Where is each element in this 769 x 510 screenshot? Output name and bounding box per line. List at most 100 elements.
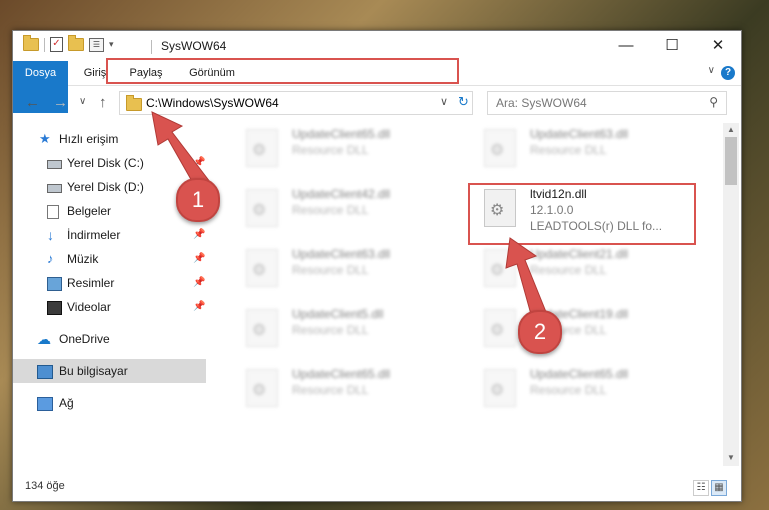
up-button[interactable]: ↑: [99, 94, 107, 111]
pictures-icon: [47, 277, 62, 291]
sidebar-item-downloads[interactable]: ↓ İndirmeler 📌: [13, 223, 206, 247]
sidebar-item-label: Belgeler: [67, 204, 112, 218]
network-icon: [37, 397, 53, 411]
file-list: UpdateClient65.dll Resource DLL UpdateCl…: [218, 121, 723, 466]
file-name: UpdateClient63.dll: [292, 247, 391, 261]
status-bar: 134 öğe ☷ ▦: [13, 476, 741, 500]
sidebar-item-label: Hızlı erişim: [59, 132, 119, 146]
address-path[interactable]: C:\Windows\SysWOW64: [146, 96, 279, 110]
file-highlight-box: [468, 183, 696, 245]
sidebar-item-label: Bu bilgisayar: [59, 364, 128, 378]
sidebar-item-music[interactable]: ♪ Müzik 📌: [13, 247, 206, 271]
file-item[interactable]: UpdateClient5.dll Resource DLL: [232, 301, 442, 353]
recent-locations-button[interactable]: ∨: [79, 96, 86, 107]
search-box[interactable]: Ara: SysWOW64 ⚲: [487, 91, 727, 115]
drive-icon: [47, 160, 62, 169]
file-type: Resource DLL: [292, 263, 369, 277]
close-button[interactable]: ✕: [695, 31, 741, 61]
file-item[interactable]: UpdateClient21.dll Resource DLL: [470, 241, 680, 293]
file-item[interactable]: UpdateClient42.dll Resource DLL: [232, 181, 442, 233]
music-icon: ♪: [47, 251, 54, 266]
pin-icon[interactable]: 📌: [193, 247, 205, 271]
file-type: Resource DLL: [292, 383, 369, 397]
computer-icon: [37, 365, 53, 379]
minimize-button[interactable]: —: [603, 31, 649, 61]
file-type: Resource DLL: [292, 323, 369, 337]
scroll-thumb[interactable]: [725, 137, 737, 185]
file-name: UpdateClient65.dll: [530, 367, 629, 381]
sidebar-item-label: Resimler: [67, 276, 115, 290]
pin-icon[interactable]: 📌: [193, 295, 205, 319]
ribbon-expand-icon[interactable]: ∨: [708, 65, 715, 76]
address-bar[interactable]: C:\Windows\SysWOW64 ∨ ↻: [119, 91, 473, 115]
file-item[interactable]: UpdateClient63.dll Resource DLL: [232, 241, 442, 293]
details-view-icon[interactable]: ☷: [693, 480, 709, 496]
pin-icon[interactable]: 📌: [193, 223, 205, 247]
dll-file-icon: [246, 369, 278, 407]
sidebar-item-quick-access[interactable]: ★ Hızlı erişim: [13, 127, 206, 151]
pin-icon[interactable]: 📌: [193, 151, 205, 175]
maximize-button[interactable]: ☐: [649, 31, 695, 61]
large-icons-view-icon[interactable]: ▦: [711, 480, 727, 496]
dll-file-icon: [246, 309, 278, 347]
sidebar-item-pictures[interactable]: Resimler 📌: [13, 271, 206, 295]
sidebar-item-onedrive[interactable]: ☁ OneDrive: [13, 327, 206, 351]
sidebar-item-network[interactable]: Ağ: [13, 391, 206, 415]
pin-icon[interactable]: 📌: [193, 271, 205, 295]
help-icon[interactable]: ?: [721, 66, 735, 80]
drive-icon: [47, 184, 62, 193]
dll-file-icon: [484, 369, 516, 407]
scroll-down-icon[interactable]: ▼: [727, 453, 735, 462]
step-1-badge: 1: [176, 178, 220, 222]
search-placeholder: Ara: SysWOW64: [496, 96, 587, 110]
forward-button[interactable]: →: [53, 94, 68, 111]
folder-icon[interactable]: [23, 35, 39, 51]
vertical-scrollbar[interactable]: ▲ ▼: [723, 123, 739, 466]
cloud-icon: ☁: [37, 331, 51, 347]
file-type: Resource DLL: [530, 263, 607, 277]
sidebar-item-label: Müzik: [67, 252, 99, 266]
sidebar-item-videos[interactable]: Videolar 📌: [13, 295, 206, 319]
file-type: Resource DLL: [292, 203, 369, 217]
address-dropdown-icon[interactable]: ∨: [440, 95, 448, 108]
view-options-icon[interactable]: ☰: [89, 37, 104, 52]
sidebar-item-drive-c[interactable]: Yerel Disk (C:) 📌: [13, 151, 206, 175]
back-button[interactable]: ←: [25, 94, 40, 111]
scroll-up-icon[interactable]: ▲: [727, 125, 735, 134]
address-folder-icon: [126, 95, 142, 111]
refresh-icon[interactable]: ↻: [458, 94, 469, 110]
file-item[interactable]: UpdateClient19.dll Resource DLL: [470, 301, 680, 353]
dll-file-icon: [246, 249, 278, 287]
toolbar-separator: [44, 37, 45, 52]
file-item[interactable]: UpdateClient63.dll Resource DLL: [470, 121, 680, 173]
customize-toolbar-icon[interactable]: ▾: [109, 39, 114, 50]
title-bar: ✓ ☰ ▾ SysWOW64 — ☐ ✕: [13, 31, 741, 61]
videos-icon: [47, 301, 62, 315]
explorer-window: ✓ ☰ ▾ SysWOW64 — ☐ ✕ Dosya Giriş Paylaş …: [12, 30, 742, 502]
window-title: SysWOW64: [161, 39, 227, 53]
documents-icon: [47, 205, 59, 219]
sidebar-item-label: Videolar: [67, 300, 111, 314]
sidebar-item-this-pc[interactable]: Bu bilgisayar: [13, 359, 206, 383]
dll-file-icon: [246, 129, 278, 167]
file-item[interactable]: UpdateClient65.dll Resource DLL: [232, 361, 442, 413]
sidebar-item-label: İndirmeler: [67, 228, 121, 242]
sidebar-item-label: Yerel Disk (D:): [67, 180, 144, 194]
navigation-bar: ← → ∨ ↑ C:\Windows\SysWOW64 ∨ ↻ Ara: Sys…: [13, 85, 741, 121]
file-name: UpdateClient21.dll: [530, 247, 629, 261]
new-folder-icon[interactable]: [68, 35, 84, 51]
star-icon: ★: [39, 131, 51, 146]
file-item[interactable]: UpdateClient65.dll Resource DLL: [232, 121, 442, 173]
step-2-badge: 2: [518, 310, 562, 354]
dll-file-icon: [484, 249, 516, 287]
downloads-icon: ↓: [47, 227, 54, 243]
file-name: UpdateClient5.dll: [292, 307, 384, 321]
search-icon[interactable]: ⚲: [709, 95, 718, 109]
dll-file-icon: [484, 129, 516, 167]
item-count: 134 öğe: [25, 480, 65, 492]
sidebar-item-label: OneDrive: [59, 332, 110, 346]
sidebar-item-label: Yerel Disk (C:): [67, 156, 144, 170]
file-item[interactable]: UpdateClient65.dll Resource DLL: [470, 361, 680, 413]
properties-check-icon[interactable]: ✓: [50, 37, 63, 52]
file-type: Resource DLL: [292, 143, 369, 157]
